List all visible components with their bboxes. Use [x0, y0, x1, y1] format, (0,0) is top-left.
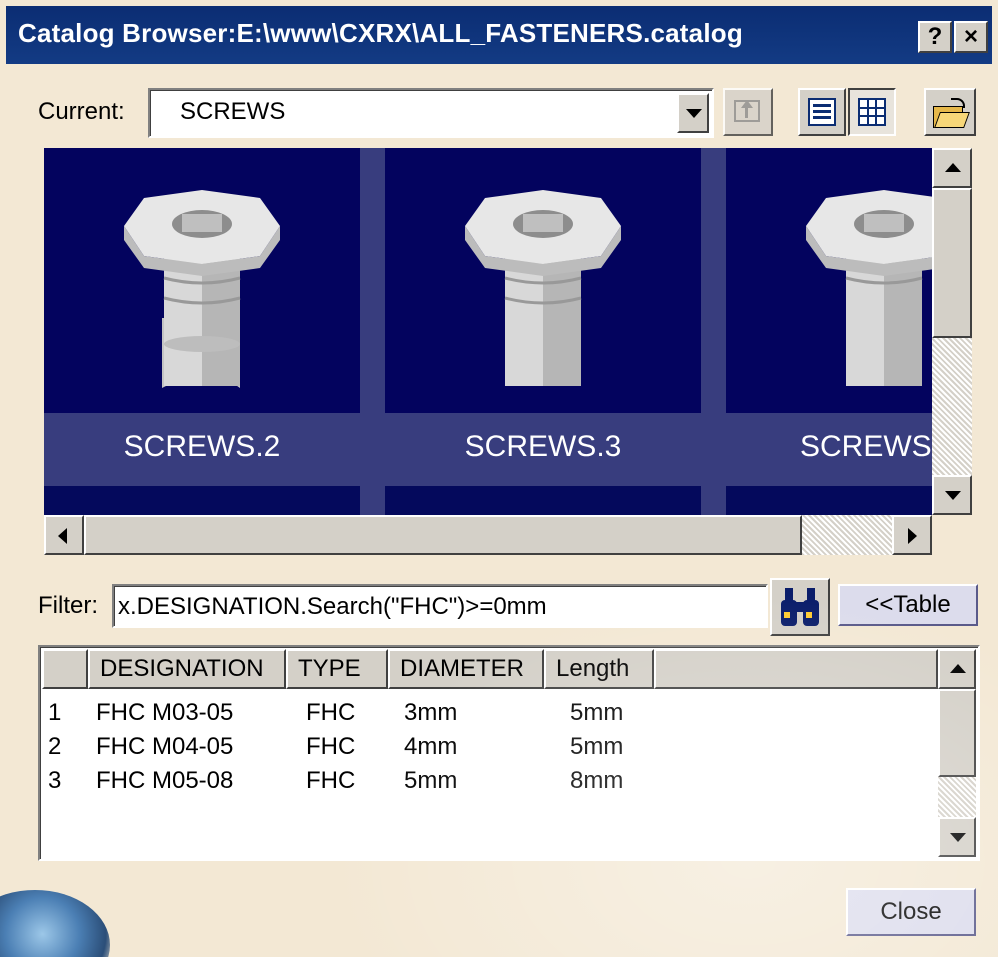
cell-designation: FHC M04-05	[96, 733, 234, 760]
gallery-item[interactable]: SCREWS.4	[726, 148, 932, 483]
scroll-thumb-horizontal[interactable]	[84, 515, 802, 555]
binoculars-icon	[781, 588, 819, 626]
row-index: 2	[48, 733, 62, 760]
row-index: 1	[48, 699, 62, 726]
table-scroll-thumb[interactable]	[938, 689, 976, 777]
column-header-empty	[654, 649, 938, 689]
gallery-item-partial[interactable]	[385, 486, 701, 515]
scroll-up-button[interactable]	[932, 148, 972, 188]
cell-diameter: 5mm	[404, 767, 458, 794]
row-number-header	[42, 649, 88, 689]
window-title: Catalog Browser:E:\www\CXRX\ALL_FASTENER…	[18, 18, 743, 48]
table-toggle-label: <<Table	[865, 591, 951, 618]
screw-thumbnail	[385, 148, 701, 413]
catalog-gallery[interactable]: SCREWS.2 SCREWS.3 SCREWS	[44, 148, 932, 515]
help-button[interactable]: ?	[918, 21, 952, 53]
cell-type: FHC	[306, 767, 356, 794]
column-header-length[interactable]: Length	[544, 649, 654, 689]
scroll-down-button[interactable]	[932, 475, 972, 515]
gallery-item-partial[interactable]	[44, 486, 360, 515]
row-index: 3	[48, 767, 62, 794]
current-value: SCREWS	[180, 98, 286, 125]
list-view-icon	[808, 98, 836, 126]
table-row[interactable]: 3 FHC M05-08 FHC 5mm 8mm	[40, 765, 938, 799]
table-scroll-up-button[interactable]	[938, 649, 976, 689]
gallery-item[interactable]: SCREWS.3	[385, 148, 701, 483]
scroll-left-button[interactable]	[44, 515, 84, 555]
table-row[interactable]: 2 FHC M04-05 FHC 4mm 5mm	[40, 731, 938, 765]
cell-designation: FHC M05-08	[96, 767, 234, 794]
arrow-down-icon	[950, 833, 966, 842]
table-toggle-button[interactable]: <<Table	[838, 584, 978, 626]
gallery-item-label: SCREWS.4	[726, 413, 932, 483]
arrow-left-icon	[58, 528, 67, 544]
dropdown-button[interactable]	[677, 93, 709, 133]
current-label: Current:	[38, 98, 125, 125]
cell-length: 5mm	[570, 733, 624, 760]
gallery-item-label: SCREWS.3	[385, 413, 701, 483]
gallery-horizontal-scrollbar[interactable]	[44, 515, 932, 555]
arrow-up-icon	[950, 664, 966, 673]
gallery-item-label: SCREWS.2	[44, 413, 360, 483]
close-button[interactable]: Close	[846, 888, 976, 936]
gallery-vertical-scrollbar[interactable]	[932, 148, 972, 515]
filter-label: Filter:	[38, 592, 98, 619]
column-header-type[interactable]: TYPE	[286, 649, 388, 689]
gallery-item[interactable]: SCREWS.2	[44, 148, 360, 483]
table-scroll-down-button[interactable]	[938, 817, 976, 857]
cell-diameter: 3mm	[404, 699, 458, 726]
filter-input[interactable]: x.DESIGNATION.Search("FHC")>=0mm	[112, 584, 768, 628]
up-folder-icon	[734, 100, 760, 122]
search-button[interactable]	[770, 578, 830, 636]
current-combobox[interactable]: SCREWS	[148, 88, 714, 138]
cell-type: FHC	[306, 733, 356, 760]
results-table[interactable]: DESIGNATION TYPE DIAMETER Length 1 FHC M…	[38, 645, 980, 861]
cell-diameter: 4mm	[404, 733, 458, 760]
detail-view-icon	[858, 98, 886, 126]
scroll-thumb[interactable]	[932, 188, 972, 338]
gallery-item-partial[interactable]	[726, 486, 932, 515]
arrow-up-icon	[945, 163, 961, 172]
arrow-right-icon	[908, 528, 917, 544]
column-header-designation[interactable]: DESIGNATION	[88, 649, 286, 689]
cell-type: FHC	[306, 699, 356, 726]
list-view-button[interactable]	[798, 88, 846, 136]
catalog-browser-dialog: Catalog Browser:E:\www\CXRX\ALL_FASTENER…	[0, 0, 998, 957]
close-window-button[interactable]: ×	[954, 21, 988, 53]
chevron-down-icon	[686, 109, 702, 118]
background-decoration	[0, 890, 110, 957]
cell-designation: FHC M03-05	[96, 699, 234, 726]
detail-view-button[interactable]	[848, 88, 896, 136]
column-header-diameter[interactable]: DIAMETER	[388, 649, 544, 689]
cell-length: 5mm	[570, 699, 624, 726]
up-level-button[interactable]	[723, 88, 773, 136]
arrow-down-icon	[945, 491, 961, 500]
table-row[interactable]: 1 FHC M03-05 FHC 3mm 5mm	[40, 697, 938, 731]
close-button-label: Close	[880, 898, 942, 925]
screw-thumbnail	[44, 148, 360, 413]
open-catalog-button[interactable]	[924, 88, 976, 136]
screw-thumbnail	[726, 148, 932, 413]
title-bar[interactable]: Catalog Browser:E:\www\CXRX\ALL_FASTENER…	[6, 6, 992, 64]
table-vertical-scrollbar[interactable]	[938, 649, 976, 857]
filter-value: x.DESIGNATION.Search("FHC")>=0mm	[118, 593, 547, 620]
scroll-right-button[interactable]	[892, 515, 932, 555]
cell-length: 8mm	[570, 767, 624, 794]
